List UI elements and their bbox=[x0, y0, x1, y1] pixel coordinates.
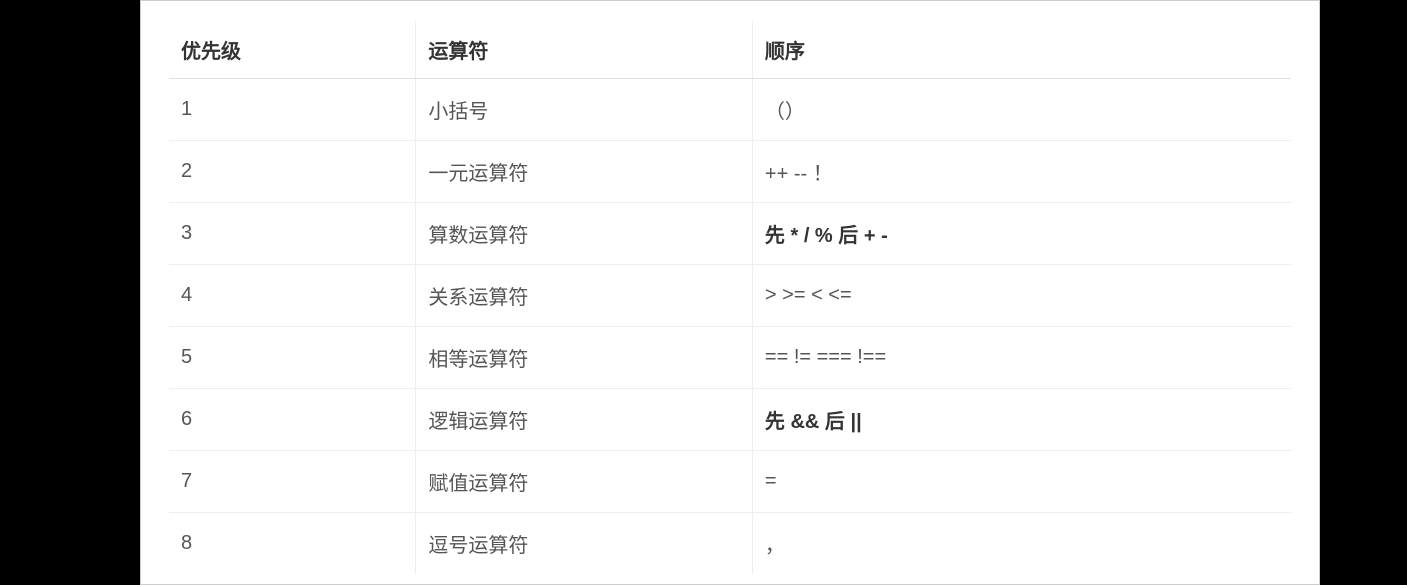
table-header-row: 优先级 运算符 顺序 bbox=[169, 21, 1291, 79]
cell-priority: 4 bbox=[169, 265, 416, 327]
cell-priority: 5 bbox=[169, 327, 416, 389]
table-row: 2 一元运算符 ++ -- ！ bbox=[169, 141, 1291, 203]
cell-operator: 关系运算符 bbox=[416, 265, 753, 327]
cell-order: == != === !== bbox=[752, 327, 1291, 389]
operator-precedence-table: 优先级 运算符 顺序 1 小括号 （） 2 一元运算符 ++ -- ！ 3 算数… bbox=[169, 21, 1291, 574]
cell-order: 先 && 后 || bbox=[752, 389, 1291, 451]
cell-operator: 一元运算符 bbox=[416, 141, 753, 203]
table-row: 7 赋值运算符 = bbox=[169, 451, 1291, 513]
cell-order: （） bbox=[752, 79, 1291, 141]
table-row: 5 相等运算符 == != === !== bbox=[169, 327, 1291, 389]
table-body: 1 小括号 （） 2 一元运算符 ++ -- ！ 3 算数运算符 先 * / %… bbox=[169, 79, 1291, 575]
cell-operator: 逗号运算符 bbox=[416, 513, 753, 575]
table-row: 3 算数运算符 先 * / % 后 + - bbox=[169, 203, 1291, 265]
cell-operator: 赋值运算符 bbox=[416, 451, 753, 513]
cell-priority: 8 bbox=[169, 513, 416, 575]
table-row: 8 逗号运算符 ， bbox=[169, 513, 1291, 575]
table-row: 6 逻辑运算符 先 && 后 || bbox=[169, 389, 1291, 451]
header-priority: 优先级 bbox=[169, 21, 416, 79]
table-row: 4 关系运算符 > >= < <= bbox=[169, 265, 1291, 327]
cell-priority: 6 bbox=[169, 389, 416, 451]
operator-precedence-panel: 优先级 运算符 顺序 1 小括号 （） 2 一元运算符 ++ -- ！ 3 算数… bbox=[140, 0, 1320, 585]
cell-priority: 3 bbox=[169, 203, 416, 265]
cell-operator: 相等运算符 bbox=[416, 327, 753, 389]
cell-order: ++ -- ！ bbox=[752, 141, 1291, 203]
cell-order: ， bbox=[752, 513, 1291, 575]
cell-priority: 2 bbox=[169, 141, 416, 203]
cell-order: = bbox=[752, 451, 1291, 513]
cell-operator: 逻辑运算符 bbox=[416, 389, 753, 451]
table-row: 1 小括号 （） bbox=[169, 79, 1291, 141]
cell-operator: 算数运算符 bbox=[416, 203, 753, 265]
cell-operator: 小括号 bbox=[416, 79, 753, 141]
cell-order: > >= < <= bbox=[752, 265, 1291, 327]
cell-order: 先 * / % 后 + - bbox=[752, 203, 1291, 265]
cell-priority: 1 bbox=[169, 79, 416, 141]
header-order: 顺序 bbox=[752, 21, 1291, 79]
header-operator: 运算符 bbox=[416, 21, 753, 79]
cell-priority: 7 bbox=[169, 451, 416, 513]
